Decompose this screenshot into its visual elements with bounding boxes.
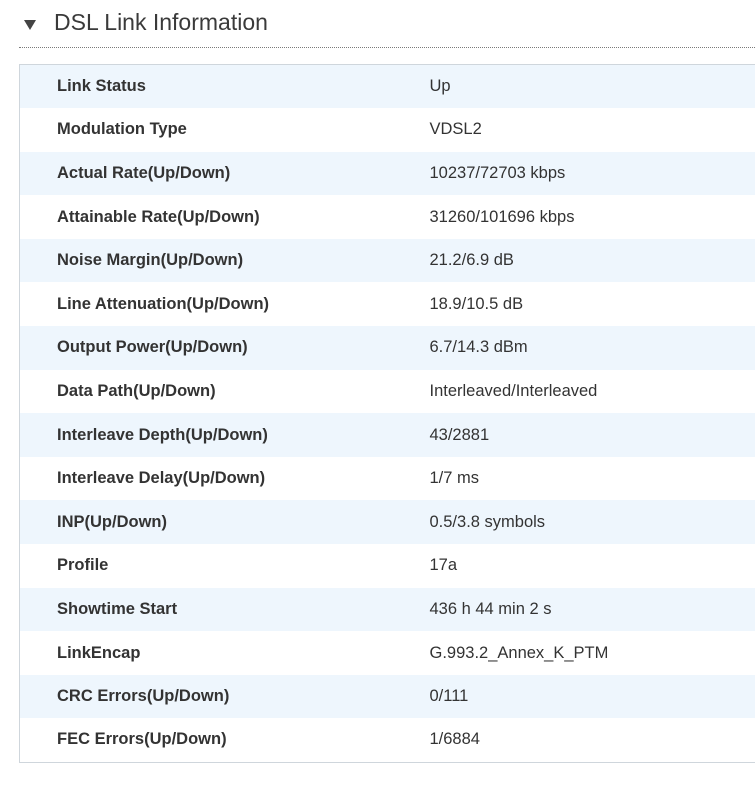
row-label: INP(Up/Down) [57, 512, 167, 531]
row-label: CRC Errors(Up/Down) [57, 687, 230, 706]
row-label: Actual Rate(Up/Down) [57, 163, 231, 182]
row-label: FEC Errors(Up/Down) [57, 730, 227, 749]
row-value: VDSL2 [429, 120, 482, 139]
table-row: Showtime Start 436 h 44 min 2 s [19, 587, 755, 632]
section-header[interactable]: DSL Link Information [19, 0, 755, 48]
row-label: Modulation Type [57, 120, 187, 139]
row-label: Noise Margin(Up/Down) [57, 251, 244, 270]
table-row: Attainable Rate(Up/Down) 31260/101696 kb… [19, 195, 755, 239]
row-value: Interleaved/Interleaved [429, 381, 598, 400]
table-row: Actual Rate(Up/Down) 10237/72703 kbps [19, 151, 755, 196]
table-row: Data Path(Up/Down) Interleaved/Interleav… [19, 369, 755, 414]
row-label: Output Power(Up/Down) [57, 338, 248, 357]
table-row: Modulation Type VDSL2 [19, 108, 755, 152]
row-label: Profile [57, 556, 109, 575]
row-value: 31260/101696 kbps [429, 207, 575, 226]
row-value: 1/7 ms [429, 469, 480, 488]
row-label: Link Status [57, 77, 146, 96]
row-label: Interleave Depth(Up/Down) [57, 425, 268, 444]
row-label: Line Attenuation(Up/Down) [57, 294, 270, 313]
row-value: 6.7/14.3 dBm [429, 338, 528, 357]
row-value: G.993.2_Annex_K_PTM [429, 643, 609, 662]
table-row: CRC Errors(Up/Down) 0/111 [19, 674, 755, 719]
table-row: Interleave Depth(Up/Down) 43/2881 [19, 413, 755, 457]
row-label: LinkEncap [57, 643, 141, 662]
table-row: Line Attenuation(Up/Down) 18.9/10.5 dB [19, 282, 755, 327]
row-label: Data Path(Up/Down) [57, 381, 216, 400]
table-row: Profile 17a [19, 544, 755, 588]
table-row: INP(Up/Down) 0.5/3.8 symbols [19, 500, 755, 545]
row-value: 18.9/10.5 dB [429, 294, 524, 313]
row-value: 0.5/3.8 symbols [429, 512, 546, 531]
row-label: Interleave Delay(Up/Down) [57, 469, 266, 488]
collapse-triangle-icon[interactable] [24, 20, 36, 30]
table-row: Link Status Up [19, 64, 755, 109]
row-value: Up [429, 77, 451, 96]
row-value: 17a [429, 556, 458, 575]
row-value: 1/6884 [429, 730, 480, 749]
table-row: FEC Errors(Up/Down) 1/6884 [19, 718, 755, 762]
table-row: Interleave Delay(Up/Down) 1/7 ms [19, 456, 755, 501]
row-value: 0/111 [429, 687, 469, 706]
table-row: Noise Margin(Up/Down) 21.2/6.9 dB [19, 238, 755, 283]
row-value: 21.2/6.9 dB [429, 251, 514, 270]
row-value: 10237/72703 kbps [429, 163, 566, 182]
dsl-info-table: Link Status Up Modulation Type VDSL2 Act… [19, 64, 755, 763]
row-value: 43/2881 [429, 425, 490, 444]
row-value: 436 h 44 min 2 s [429, 599, 552, 618]
row-label: Attainable Rate(Up/Down) [57, 207, 260, 226]
table-row: Output Power(Up/Down) 6.7/14.3 dBm [19, 326, 755, 370]
section-title: DSL Link Information [54, 9, 268, 35]
table-row: LinkEncap G.993.2_Annex_K_PTM [19, 631, 755, 675]
row-label: Showtime Start [57, 599, 178, 618]
